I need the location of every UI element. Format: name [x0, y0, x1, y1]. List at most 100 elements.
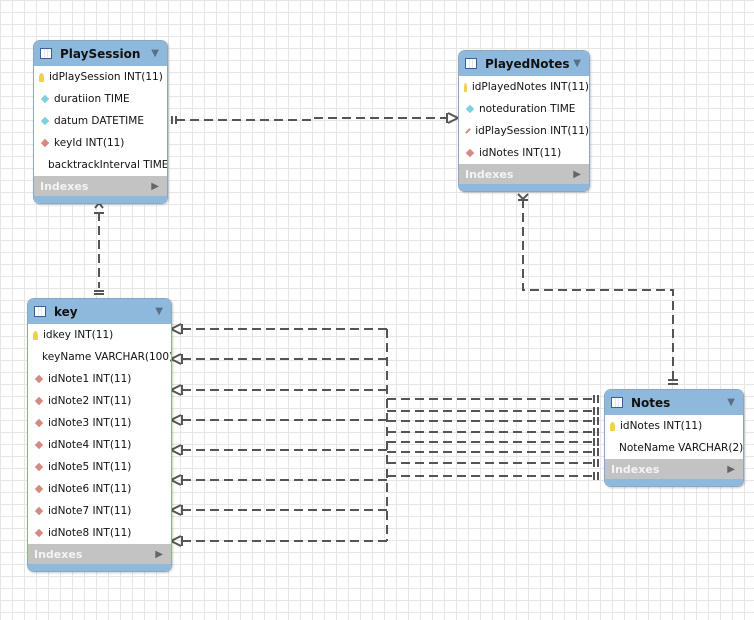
- foreign-key-icon: [34, 374, 44, 384]
- primary-key-icon: [33, 330, 38, 340]
- column-row[interactable]: idkey INT(11): [28, 324, 171, 346]
- column-row[interactable]: idNote2 INT(11): [28, 390, 171, 412]
- table-name: key: [54, 304, 78, 319]
- column-row[interactable]: idNote1 INT(11): [28, 368, 171, 390]
- primary-key-icon: [464, 82, 467, 92]
- column-icon: [40, 94, 50, 104]
- many-marker: [170, 474, 183, 486]
- column-label: idPlaySession INT(11): [475, 125, 589, 137]
- expand-arrow-icon[interactable]: ▶: [155, 549, 163, 560]
- collapse-arrow-icon[interactable]: ▼: [573, 58, 581, 69]
- column-label: idNote1 INT(11): [48, 373, 132, 385]
- column-label: idkey INT(11): [43, 329, 114, 341]
- indexes-label: Indexes: [34, 547, 83, 561]
- primary-key-icon: [39, 72, 44, 82]
- column-label: idNote3 INT(11): [48, 417, 132, 429]
- foreign-key-icon: [34, 396, 44, 406]
- collapse-arrow-icon[interactable]: ▼: [155, 306, 163, 317]
- column-row[interactable]: idPlaySession INT(11): [459, 120, 589, 142]
- column-row[interactable]: datum DATETIME: [34, 110, 167, 132]
- column-label: datum DATETIME: [54, 115, 144, 127]
- column-row[interactable]: idPlayedNotes INT(11): [459, 76, 589, 98]
- one-marker: [171, 116, 177, 124]
- many-marker: [170, 444, 183, 456]
- column-row[interactable]: idNote8 INT(11): [28, 522, 171, 544]
- column-row[interactable]: idNote6 INT(11): [28, 478, 171, 500]
- expand-arrow-icon[interactable]: ▶: [727, 464, 735, 475]
- column-label: backtrackInterval TIME: [48, 159, 168, 171]
- relationship-line: [176, 117, 448, 121]
- expand-arrow-icon[interactable]: ▶: [151, 181, 159, 192]
- column-label: idNote5 INT(11): [48, 461, 132, 473]
- column-row[interactable]: idNote7 INT(11): [28, 500, 171, 522]
- column-label: idNote6 INT(11): [48, 483, 132, 495]
- foreign-key-icon: [34, 484, 44, 494]
- one-marker: [593, 428, 599, 436]
- column-row[interactable]: keyId INT(11): [34, 132, 167, 154]
- one-marker: [593, 395, 599, 403]
- table-playednotes[interactable]: PlayedNotes ▼ idPlayedNotes INT(11) notedur…: [458, 50, 590, 192]
- table-header[interactable]: PlayedNotes ▼: [459, 51, 589, 76]
- column-label: idPlaySession INT(11): [49, 71, 163, 83]
- foreign-key-icon: [34, 462, 44, 472]
- table-header[interactable]: key ▼: [28, 299, 171, 324]
- column-label: idPlayedNotes INT(11): [471, 81, 589, 93]
- table-header[interactable]: Notes ▼: [605, 390, 743, 415]
- table-icon: [465, 58, 477, 69]
- table-header[interactable]: PlaySession ▼: [34, 41, 167, 66]
- column-row[interactable]: keyName VARCHAR(100): [28, 346, 171, 368]
- indexes-section[interactable]: Indexes ▶: [34, 176, 167, 196]
- column-label: noteduration TIME: [479, 103, 576, 115]
- indexes-section[interactable]: Indexes ▶: [605, 459, 743, 479]
- expand-arrow-icon[interactable]: ▶: [573, 169, 581, 180]
- column-label: keyId INT(11): [54, 137, 125, 149]
- column-row[interactable]: idNotes INT(11): [605, 415, 743, 437]
- many-marker: [170, 323, 183, 335]
- table-footer: [605, 479, 743, 486]
- indexes-section[interactable]: Indexes ▶: [459, 164, 589, 184]
- column-label: idNote2 INT(11): [48, 395, 132, 407]
- column-label: idNotes INT(11): [479, 147, 562, 159]
- column-icon: [465, 104, 475, 114]
- foreign-key-icon: [34, 506, 44, 516]
- table-notes[interactable]: Notes ▼ idNotes INT(11) NoteName VARCHAR(2)…: [604, 389, 744, 487]
- one-marker: [668, 379, 678, 385]
- primary-key-icon: [610, 421, 615, 431]
- indexes-section[interactable]: Indexes ▶: [28, 544, 171, 564]
- many-marker: [94, 201, 104, 214]
- indexes-label: Indexes: [40, 179, 89, 193]
- table-footer: [459, 184, 589, 191]
- many-marker: [170, 384, 183, 396]
- column-row[interactable]: backtrackInterval TIME: [34, 154, 167, 176]
- column-label: duratiion TIME: [54, 93, 130, 105]
- table-key[interactable]: key ▼ idkey INT(11) keyName VARCHAR(100) idN…: [27, 298, 172, 572]
- column-label: idNote7 INT(11): [48, 505, 132, 517]
- foreign-key-icon: [40, 138, 50, 148]
- many-marker: [170, 535, 183, 547]
- table-icon: [611, 397, 623, 408]
- table-playsession[interactable]: PlaySession ▼ idPlaySession INT(11) duratii…: [33, 40, 168, 204]
- table-name: PlayedNotes: [485, 56, 570, 71]
- one-marker: [593, 417, 599, 425]
- indexes-label: Indexes: [611, 462, 660, 476]
- one-marker: [593, 472, 599, 480]
- one-marker: [593, 407, 599, 415]
- collapse-arrow-icon[interactable]: ▼: [727, 397, 735, 408]
- foreign-key-icon: [465, 128, 471, 134]
- column-row[interactable]: NoteName VARCHAR(2): [605, 437, 743, 459]
- many-marker: [170, 504, 183, 516]
- table-footer: [34, 196, 167, 203]
- column-row[interactable]: duratiion TIME: [34, 88, 167, 110]
- table-name: PlaySession: [60, 46, 141, 61]
- column-row[interactable]: idPlaySession INT(11): [34, 66, 167, 88]
- collapse-arrow-icon[interactable]: ▼: [151, 48, 159, 59]
- column-row[interactable]: idNote5 INT(11): [28, 456, 171, 478]
- column-row[interactable]: idNote3 INT(11): [28, 412, 171, 434]
- column-row[interactable]: idNote4 INT(11): [28, 434, 171, 456]
- indexes-label: Indexes: [465, 167, 514, 181]
- column-row[interactable]: idNotes INT(11): [459, 142, 589, 164]
- one-marker: [593, 448, 599, 456]
- one-marker: [94, 290, 104, 295]
- one-marker: [593, 438, 599, 446]
- column-row[interactable]: noteduration TIME: [459, 98, 589, 120]
